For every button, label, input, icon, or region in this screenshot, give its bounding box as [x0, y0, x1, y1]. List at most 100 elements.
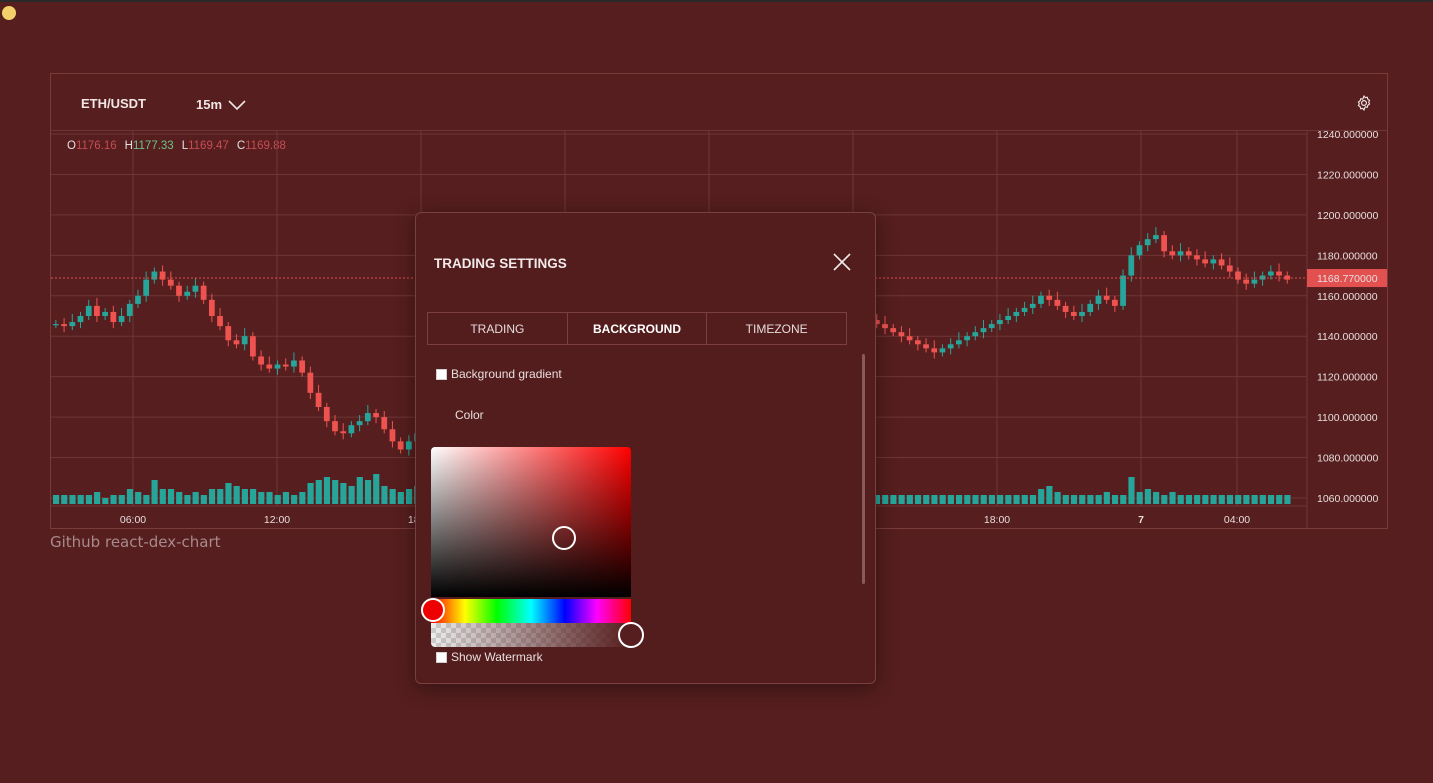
volume-bar — [1070, 495, 1078, 504]
candle-body — [1103, 295, 1110, 300]
candle-body — [340, 431, 347, 434]
candle-body — [208, 299, 215, 316]
show-watermark-option[interactable]: Show Watermark — [436, 650, 543, 664]
candle-body — [1095, 295, 1102, 304]
candle-body — [135, 295, 141, 304]
time-tick-label: 12:00 — [264, 514, 290, 526]
volume-bar — [397, 492, 404, 504]
candle-body — [890, 328, 897, 333]
gear-icon[interactable] — [1355, 94, 1373, 112]
volume-bar — [258, 492, 265, 504]
volume-bar — [939, 495, 946, 504]
volume-bar — [1136, 492, 1143, 504]
candle-body — [1243, 279, 1250, 284]
volume-bar — [1276, 495, 1283, 504]
candle-body — [1062, 305, 1069, 312]
volume-bar — [1202, 495, 1209, 504]
candle-body — [1202, 259, 1209, 264]
volume-bar — [1038, 489, 1045, 504]
candle-body — [110, 311, 117, 323]
candle-body — [1079, 311, 1085, 316]
candle-body — [1087, 303, 1094, 312]
volume-bar — [898, 495, 905, 504]
candle-body — [1267, 271, 1274, 276]
candle-body — [143, 279, 150, 296]
volume-bar — [225, 483, 232, 504]
background-gradient-option[interactable]: Background gradient — [436, 367, 562, 381]
volume-bar — [1185, 495, 1193, 504]
candle-body — [184, 291, 191, 296]
volume-bar — [1243, 495, 1250, 504]
candle-body — [307, 372, 314, 393]
candle-body — [1177, 251, 1184, 256]
candle-body — [1021, 307, 1028, 312]
alpha-slider[interactable] — [431, 623, 631, 647]
candle-body — [315, 392, 322, 407]
candle-body — [397, 441, 404, 450]
volume-bar — [217, 489, 224, 504]
background-gradient-checkbox[interactable] — [436, 368, 447, 380]
candle-body — [914, 340, 921, 345]
candle-body — [1251, 279, 1258, 284]
chevron-down-icon — [228, 99, 246, 110]
price-tick-label: 1080.000000 — [1317, 453, 1378, 465]
price-tick-label: 1240.000000 — [1317, 130, 1378, 141]
close-icon[interactable] — [831, 251, 853, 273]
interval-dropdown[interactable]: 15m — [196, 97, 246, 112]
volume-bar — [53, 495, 60, 504]
candle-body — [323, 407, 330, 422]
volume-bar — [1021, 495, 1028, 504]
candle-body — [405, 441, 412, 450]
volume-bar — [135, 492, 142, 504]
candle-body — [61, 324, 67, 327]
volume-bar — [1005, 495, 1012, 504]
time-tick-label: 06:00 — [120, 514, 146, 526]
github-link[interactable]: Github react-dex-chart — [50, 533, 221, 551]
volume-bar — [988, 495, 995, 504]
modal-scrollbar[interactable] — [862, 354, 865, 584]
candle-body — [241, 336, 248, 345]
saturation-value-picker[interactable] — [431, 447, 631, 597]
volume-bar — [1144, 489, 1151, 504]
candle-body — [997, 320, 1003, 325]
volume-bar — [69, 495, 76, 504]
candle-body — [85, 305, 92, 316]
volume-bar — [61, 495, 68, 504]
tab-trading[interactable]: TRADING — [428, 313, 568, 344]
candle-body — [1038, 295, 1044, 304]
show-watermark-checkbox[interactable] — [436, 651, 447, 663]
candle-body — [923, 344, 929, 349]
volume-bar — [94, 492, 101, 504]
candle-body — [1005, 316, 1012, 321]
candle-body — [931, 348, 938, 353]
status-dot — [2, 6, 16, 20]
candle-body — [282, 364, 289, 367]
candle-body — [348, 425, 355, 434]
volume-bar — [1095, 495, 1102, 504]
volume-bar — [1153, 492, 1160, 504]
saturation-cursor[interactable] — [552, 526, 576, 550]
candle-body — [102, 311, 109, 316]
alpha-cursor[interactable] — [618, 622, 644, 648]
volume-bar — [1046, 486, 1053, 504]
candle-body — [1161, 235, 1167, 252]
volume-bar — [914, 495, 922, 504]
volume-bar — [923, 495, 930, 504]
candle-body — [980, 328, 987, 333]
volume-bar — [241, 489, 248, 504]
hue-cursor[interactable] — [421, 598, 445, 622]
candle-body — [1046, 295, 1053, 300]
volume-bar — [1079, 495, 1086, 504]
tab-background[interactable]: BACKGROUND — [568, 313, 708, 344]
volume-bar — [1226, 495, 1234, 504]
volume-bar — [291, 495, 298, 504]
settings-modal: TRADING SETTINGS TRADING BACKGROUND TIME… — [415, 212, 876, 684]
hue-slider[interactable] — [431, 599, 631, 623]
candle-body — [1169, 251, 1176, 256]
chart-header: ETH/USDT 15m — [51, 74, 1387, 131]
time-tick-label: 18:00 — [984, 514, 1010, 526]
volume-bar — [126, 489, 134, 504]
volume-bar — [299, 492, 306, 504]
volume-bar — [356, 477, 363, 504]
tab-timezone[interactable]: TIMEZONE — [707, 313, 846, 344]
